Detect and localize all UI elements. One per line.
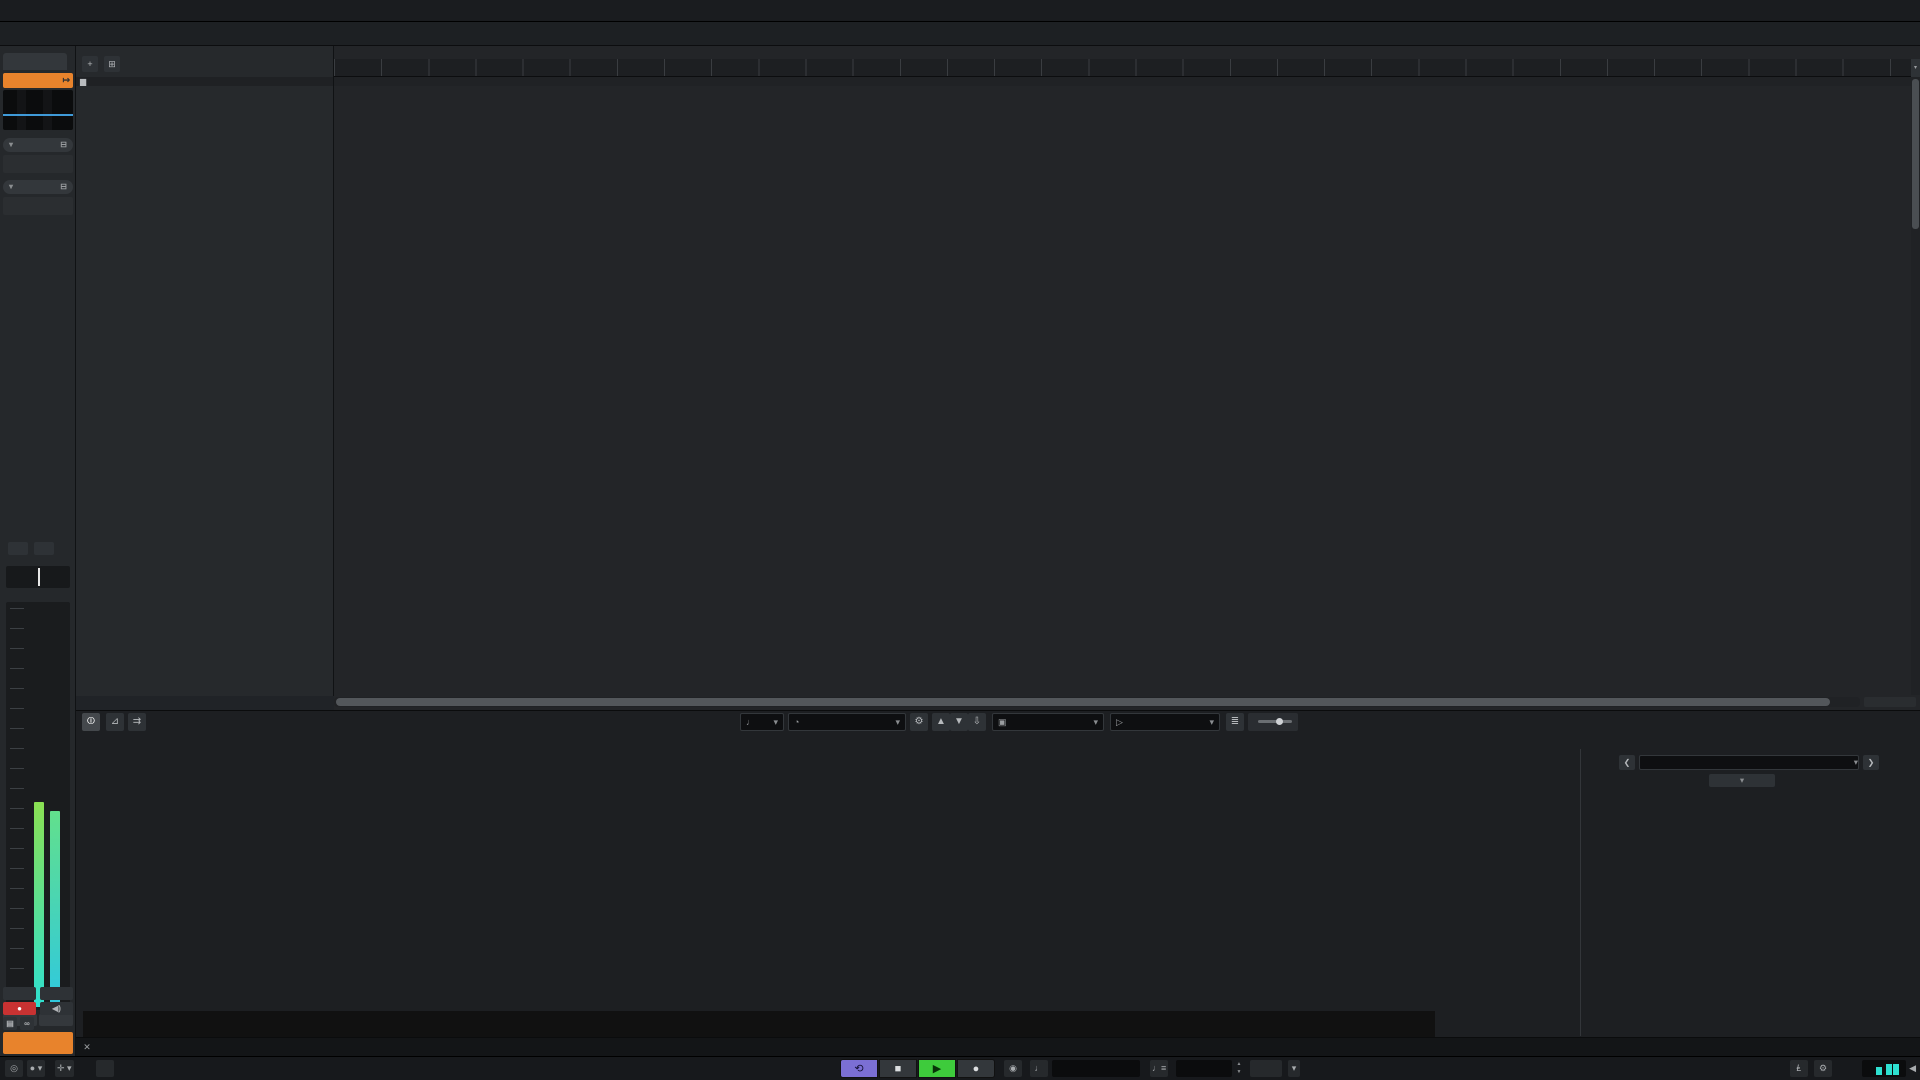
performance-meter: [1862, 1060, 1906, 1077]
position-display[interactable]: [1052, 1060, 1140, 1077]
send-slot[interactable]: [3, 197, 73, 215]
preset-icon: ◔: [794, 717, 799, 727]
cycle-button[interactable]: ⟲: [840, 1059, 878, 1078]
channel-solo-button[interactable]: [34, 542, 54, 555]
note-icon: ♩: [746, 717, 755, 727]
channel-name-label[interactable]: [3, 1032, 73, 1054]
bypass-icon[interactable]: ⊟: [60, 180, 67, 194]
root-key-dropdown[interactable]: ♩▾: [740, 713, 784, 731]
zoom-slider[interactable]: [1864, 697, 1916, 707]
insert-slot[interactable]: [3, 155, 73, 173]
player-mode-dropdown[interactable]: ▷▾: [1110, 713, 1220, 731]
crosshair-dropdown[interactable]: ✛ ▾: [55, 1060, 74, 1077]
play-icon: ▷: [1116, 717, 1123, 727]
circle-of-fifths-panel: ❮ ▾ ❯ ▾: [1580, 749, 1916, 1036]
inserts-section-header[interactable]: ▾ ⊟: [3, 138, 73, 152]
record-button[interactable]: ●: [957, 1059, 995, 1078]
chord-pads-power-button[interactable]: ⏼: [82, 713, 100, 731]
preset-dropdown[interactable]: ◔▾: [788, 713, 906, 731]
meter-value-right: [39, 1014, 73, 1026]
vertical-scrollbar[interactable]: [1911, 77, 1920, 695]
record-enable-button[interactable]: ●: [3, 1002, 36, 1015]
aq-button[interactable]: [96, 1060, 114, 1077]
bypass-icon[interactable]: ⊟: [60, 138, 67, 152]
list-icon[interactable]: ≣: [1226, 713, 1244, 731]
write-automation-button[interactable]: [40, 987, 73, 1000]
eq-curve-line: [3, 114, 73, 116]
tempo-spinner[interactable]: ▲▼: [1234, 1060, 1244, 1077]
speaker-icon[interactable]: ◀: [1907, 1060, 1918, 1077]
transport-bar: ◎ ● ▾ ✛ ▾ ⟲ ■ ▶ ● ◉ ♩ ♩≡ ▲▼ ▾ Ⱡ ⚙ ◀: [0, 1056, 1920, 1080]
play-button[interactable]: ▶: [918, 1059, 956, 1078]
auto-quantize-icon[interactable]: Ⱡ: [1790, 1060, 1808, 1077]
chord-assistant-list-icon[interactable]: ⇉: [128, 713, 146, 731]
cubase-window: ↦ ▾ ⊟ ▾ ⊟ ● ◀) ▤ ∞: [0, 0, 1920, 1080]
add-track-button[interactable]: +: [82, 56, 98, 72]
output-routing-icon: ↦: [62, 73, 70, 88]
player-dropdown[interactable]: ▣▾: [992, 713, 1104, 731]
gear-icon[interactable]: ⚙: [910, 713, 928, 731]
lower-zone: ⏼ ⊿ ⇉ ♩▾ ◔▾ ⚙ ▲ ▼ ⇩ ▣▾ ▷▾ ≣ ❮ ▾ ❯ ▾: [76, 710, 1920, 1037]
save-preset-icon[interactable]: ⇩: [968, 713, 986, 731]
link-icon[interactable]: ∞: [20, 1017, 34, 1030]
horizontal-scrollbar[interactable]: [334, 697, 1860, 707]
monitor-button[interactable]: ◀): [40, 1002, 73, 1015]
channel-mini-display[interactable]: [3, 90, 73, 130]
pan-control[interactable]: [6, 566, 70, 588]
sends-section-header[interactable]: ▾ ⊟: [3, 180, 73, 194]
tempo-icon[interactable]: ♩≡: [1150, 1060, 1168, 1077]
meter-bar-left: [34, 802, 44, 1007]
inspector-track-name[interactable]: ↦: [3, 73, 73, 88]
close-icon[interactable]: ✕: [80, 1041, 94, 1054]
timeline-ruler[interactable]: [334, 59, 1920, 77]
read-automation-button[interactable]: [3, 987, 36, 1000]
event-display: ▾: [334, 46, 1920, 710]
info-line: [0, 22, 1920, 46]
meter-bar-right: [50, 811, 60, 1007]
metronome-icon[interactable]: ◎: [5, 1060, 23, 1077]
move-up-icon[interactable]: ▲: [932, 713, 950, 731]
time-format-icon[interactable]: ♩: [1030, 1060, 1048, 1077]
top-toolbar: [0, 0, 1920, 22]
chord-assistant-icon[interactable]: ⊿: [106, 713, 124, 731]
inspector: ↦ ▾ ⊟ ▾ ⊟ ● ◀) ▤ ∞: [0, 46, 76, 1056]
velocity-slider[interactable]: [1248, 713, 1298, 731]
stop-button[interactable]: ■: [879, 1059, 917, 1078]
channel-mute-button[interactable]: [8, 542, 28, 555]
track-presets-button[interactable]: ⊞: [104, 56, 120, 72]
ruler-options-icon[interactable]: ▾: [1911, 59, 1920, 77]
track-list: + ⊞ ▆: [76, 46, 334, 696]
channel-meter: [6, 602, 70, 1010]
tempo-mode-dropdown[interactable]: ▾: [1288, 1060, 1300, 1077]
folder-icon: ▆: [80, 77, 86, 86]
input-output-folder[interactable]: ▆: [76, 77, 334, 86]
punch-icon[interactable]: ◉: [1004, 1060, 1022, 1077]
tab-channel[interactable]: [3, 53, 67, 70]
lower-zone-tab-bar: ✕: [76, 1037, 1920, 1056]
tempo-display[interactable]: [1176, 1060, 1232, 1077]
player-icon: ▣: [998, 717, 1007, 727]
piano-keyboard: [83, 1011, 1435, 1038]
record-mode-dropdown[interactable]: ● ▾: [27, 1060, 45, 1077]
gear-icon[interactable]: ⚙: [1814, 1060, 1832, 1077]
instrument-icon[interactable]: ▤: [3, 1017, 17, 1030]
tap-tempo-button[interactable]: [1250, 1060, 1282, 1077]
move-down-icon[interactable]: ▼: [950, 713, 968, 731]
circle-of-fifths-graphic: [1581, 749, 1917, 1036]
